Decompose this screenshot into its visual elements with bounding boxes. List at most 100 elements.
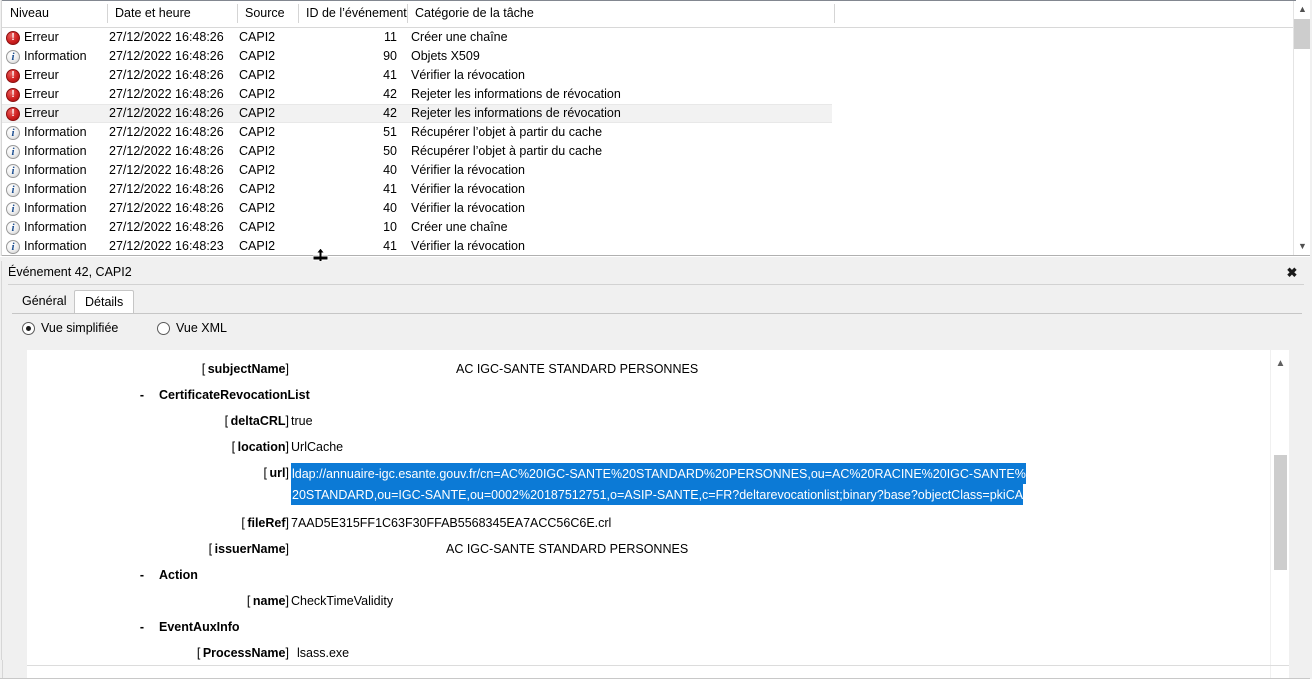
radio-vue-simplifiee-label: Vue simplifiée — [41, 318, 118, 338]
tree-property-key: [ location] — [232, 437, 289, 458]
cell-event-id: 51 — [299, 123, 403, 142]
cell-source: CAPI2 — [239, 85, 295, 104]
cell-level: Erreur — [4, 85, 105, 104]
column-header-source[interactable]: Source — [237, 0, 298, 27]
tree-property-key: [ fileRef] — [241, 513, 289, 534]
cell-level: Information — [4, 161, 105, 180]
cell-date: 27/12/2022 16:48:26 — [109, 28, 235, 47]
cell-task-category: Récupérer l’objet à partir du cache — [411, 123, 831, 142]
event-list-scroll-thumb[interactable] — [1294, 19, 1311, 49]
event-list-rows[interactable]: Erreur27/12/2022 16:48:26CAPI211Créer un… — [2, 28, 1296, 254]
column-header-date[interactable]: Date et heure — [107, 0, 237, 27]
tab-details[interactable]: Détails — [74, 290, 134, 314]
cell-task-category: Vérifier la révocation — [411, 66, 831, 85]
detail-title-bar: Événement 42, CAPI2 ✖ — [3, 261, 1312, 284]
column-divider[interactable] — [834, 4, 835, 23]
tree-property-value-url-line-1[interactable]: ldap://annuaire-igc.esante.gouv.fr/cn=AC… — [291, 463, 1026, 484]
tree-property-value: CheckTimeValidity — [291, 591, 393, 612]
cell-date: 27/12/2022 16:48:26 — [109, 66, 235, 85]
event-list-scrollbar[interactable]: ▲ ▼ — [1293, 1, 1310, 255]
tree-property-value: AC IGC-SANTE STANDARD PERSONNES — [456, 359, 698, 380]
cell-source: CAPI2 — [239, 66, 295, 85]
column-divider[interactable] — [107, 4, 108, 23]
column-divider[interactable] — [237, 4, 238, 23]
cell-date: 27/12/2022 16:48:23 — [109, 237, 235, 254]
table-row[interactable]: Information27/12/2022 16:48:26CAPI240Vér… — [2, 161, 1296, 180]
cell-source: CAPI2 — [239, 237, 295, 254]
cell-date: 27/12/2022 16:48:26 — [109, 85, 235, 104]
cell-level: Information — [4, 47, 105, 66]
tree-collapse-icon[interactable]: - — [137, 565, 147, 586]
column-divider[interactable] — [407, 4, 408, 23]
cell-event-id: 10 — [299, 218, 403, 237]
cell-source: CAPI2 — [239, 104, 295, 123]
cell-task-category: Vérifier la révocation — [411, 180, 831, 199]
cell-date: 27/12/2022 16:48:26 — [109, 123, 235, 142]
radio-selected-icon — [22, 322, 35, 335]
tree-node-1[interactable]: CertificateRevocationList — [159, 385, 310, 406]
tree-property-key: [ issuerName] — [209, 539, 289, 560]
detail-scroll-up-icon[interactable]: ▲ — [1271, 354, 1289, 373]
tree-collapse-icon[interactable]: - — [137, 385, 147, 406]
table-row[interactable]: Information27/12/2022 16:48:26CAPI290 Obj… — [2, 47, 1296, 66]
cell-source: CAPI2 — [239, 47, 295, 66]
table-row[interactable]: Erreur27/12/2022 16:48:26CAPI242Rejeter … — [2, 85, 1296, 104]
cell-event-id: 41 — [299, 66, 403, 85]
cell-task-category: Créer une chaîne — [411, 218, 831, 237]
table-row[interactable]: Erreur27/12/2022 16:48:26CAPI211Créer un… — [2, 28, 1296, 47]
cell-source: CAPI2 — [239, 161, 295, 180]
table-row[interactable]: Information27/12/2022 16:48:26CAPI250Réc… — [2, 142, 1296, 161]
cell-task-category: Rejeter les informations de révocation — [411, 104, 831, 123]
table-row[interactable]: Information27/12/2022 16:48:26CAPI210Cré… — [2, 218, 1296, 237]
table-row[interactable]: Information27/12/2022 16:48:26CAPI240Vér… — [2, 199, 1296, 218]
cell-event-id: 90 — [299, 47, 403, 66]
cell-task-category: Objets X509 — [411, 47, 831, 66]
tree-node-7[interactable]: Action — [159, 565, 198, 586]
table-row[interactable]: Erreur27/12/2022 16:48:26CAPI242Rejeter … — [2, 104, 1296, 123]
detail-scroll-thumb[interactable] — [1274, 455, 1287, 570]
cell-date: 27/12/2022 16:48:26 — [109, 180, 235, 199]
cell-date: 27/12/2022 16:48:26 — [109, 47, 235, 66]
cell-event-id: 42 — [299, 104, 403, 123]
tree-node-9[interactable]: EventAuxInfo — [159, 617, 240, 638]
cell-date: 27/12/2022 16:48:26 — [109, 142, 235, 161]
event-list-pane: NiveauDate et heureSourceID de l’événeme… — [0, 0, 1312, 256]
column-header-id[interactable]: ID de l’événement — [298, 0, 407, 27]
cell-level: Information — [4, 237, 105, 254]
close-icon[interactable]: ✖ — [1282, 263, 1302, 282]
column-header-cat[interactable]: Catégorie de la tâche — [407, 0, 834, 27]
cell-task-category: Vérifier la révocation — [411, 237, 831, 254]
table-row[interactable]: Information27/12/2022 16:48:26CAPI251Réc… — [2, 123, 1296, 142]
cell-event-id: 41 — [299, 237, 403, 254]
cell-source: CAPI2 — [239, 218, 295, 237]
column-header-level[interactable]: Niveau — [2, 0, 107, 27]
cell-date: 27/12/2022 16:48:26 — [109, 104, 235, 123]
tree-property-value-url-line-2[interactable]: 20STANDARD,ou=IGC-SANTE,ou=0002%20187512… — [291, 484, 1023, 505]
scroll-up-icon[interactable]: ▲ — [1294, 1, 1311, 18]
tree-property-key: [ deltaCRL] — [225, 411, 289, 432]
detail-tabs: Général Détails — [12, 290, 1302, 313]
cell-task-category: Rejeter les informations de révocation — [411, 85, 831, 104]
cell-task-category: Récupérer l’objet à partir du cache — [411, 142, 831, 161]
cell-level: Information — [4, 123, 105, 142]
table-row[interactable]: Information27/12/2022 16:48:23CAPI241 Vér… — [2, 237, 1296, 254]
column-divider[interactable] — [298, 4, 299, 23]
cell-date: 27/12/2022 16:48:26 — [109, 161, 235, 180]
cell-level: Information — [4, 199, 105, 218]
detail-left-edge — [0, 261, 2, 679]
cell-level: Erreur — [4, 66, 105, 85]
tree-collapse-icon[interactable]: - — [137, 617, 147, 638]
detail-scrollbar[interactable]: ▲ ▼ — [1270, 350, 1289, 679]
scroll-down-icon[interactable]: ▼ — [1294, 238, 1311, 255]
table-row[interactable]: Information27/12/2022 16:48:26CAPI241Vér… — [2, 180, 1296, 199]
table-row[interactable]: Erreur27/12/2022 16:48:26CAPI241 Vérifier… — [2, 66, 1296, 85]
cell-task-category: Vérifier la révocation — [411, 161, 831, 180]
event-viewer-window: NiveauDate et heureSourceID de l’événeme… — [0, 0, 1312, 679]
detail-title-divider — [8, 284, 1304, 285]
radio-unselected-icon — [157, 322, 170, 335]
cell-source: CAPI2 — [239, 142, 295, 161]
tab-general[interactable]: Général — [12, 290, 76, 313]
detail-tree[interactable]: [ subjectName]AC IGC-SANTE STANDARD PERS… — [27, 350, 1270, 679]
cell-task-category: Vérifier la révocation — [411, 199, 831, 218]
cell-source: CAPI2 — [239, 28, 295, 47]
